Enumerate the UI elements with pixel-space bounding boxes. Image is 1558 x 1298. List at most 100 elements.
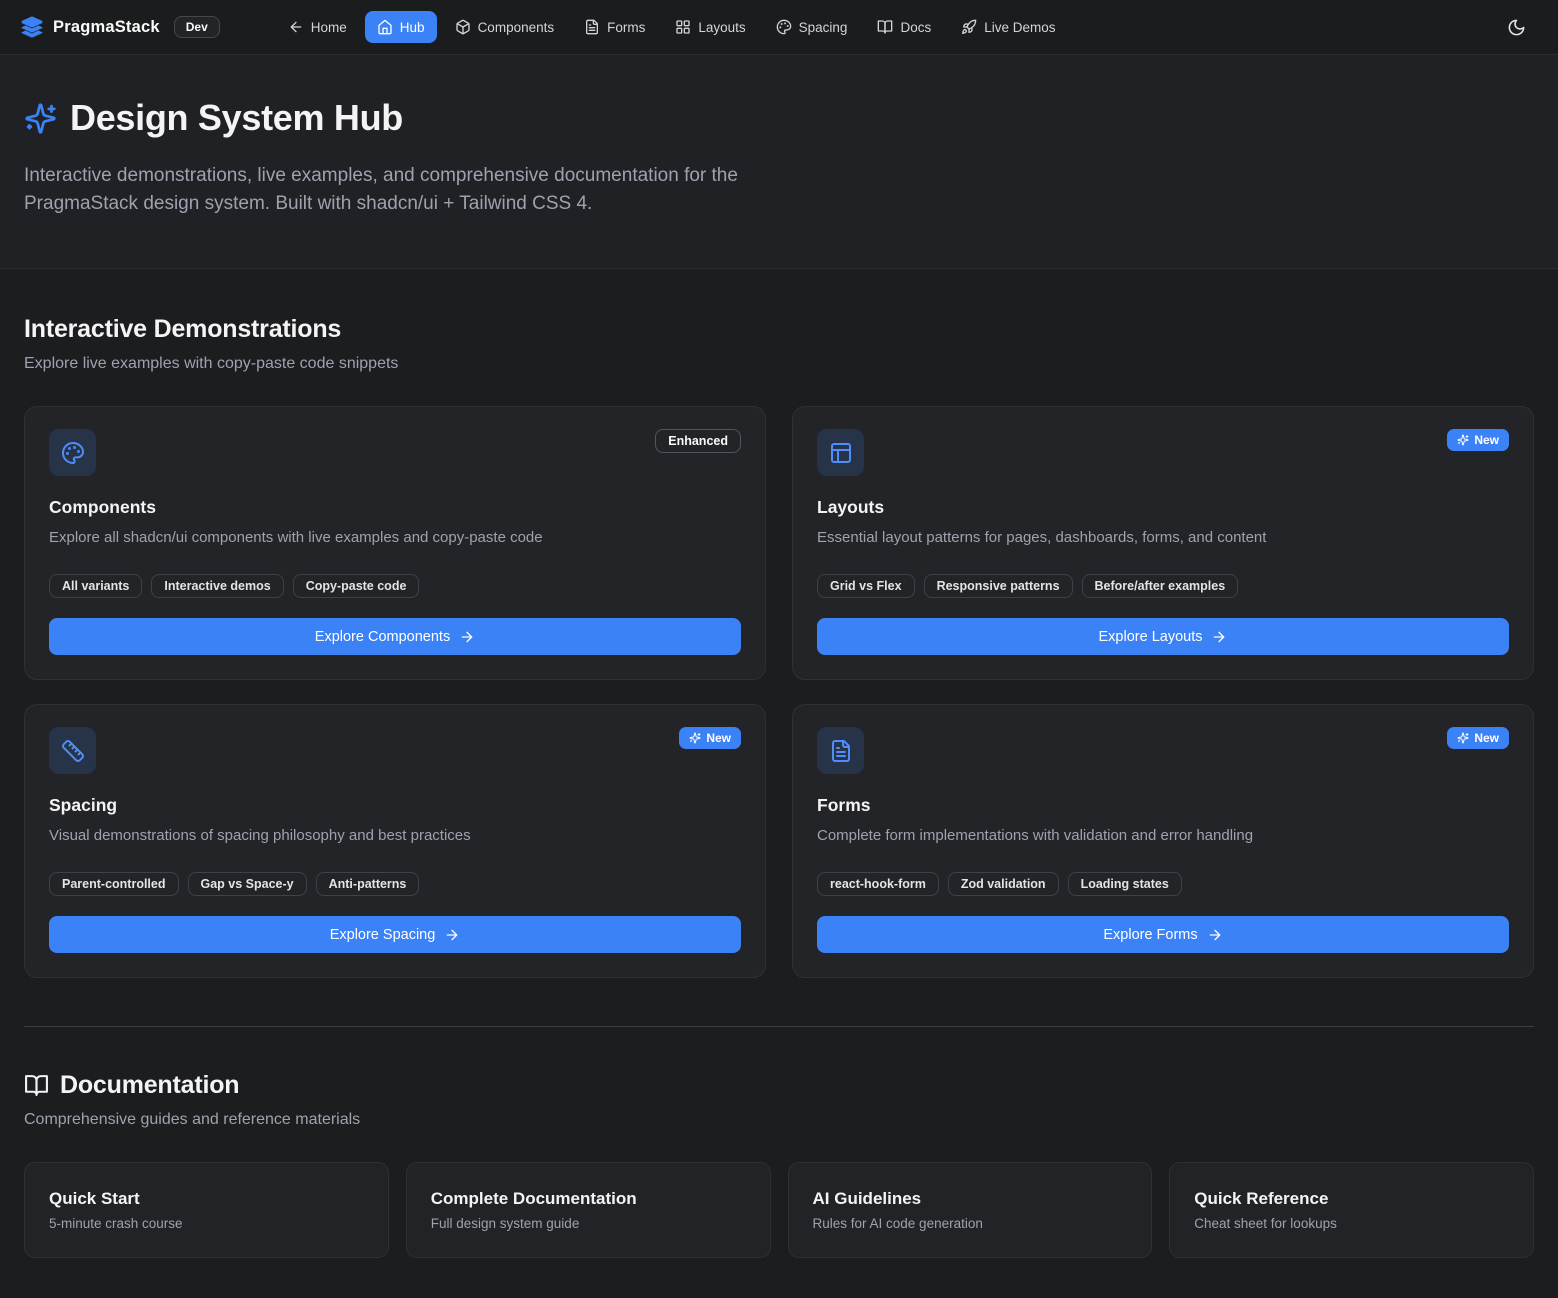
house-icon xyxy=(377,19,393,35)
card-title: Spacing xyxy=(49,795,741,816)
docs-heading: Documentation xyxy=(60,1071,239,1100)
book-open-icon xyxy=(24,1073,49,1098)
button-label: Explore Spacing xyxy=(330,927,436,943)
tag: Anti-patterns xyxy=(316,872,420,896)
badge-label: New xyxy=(1474,731,1499,745)
explore-components-button[interactable]: Explore Components xyxy=(49,618,741,655)
doc-card-ai-guidelines[interactable]: AI Guidelines Rules for AI code generati… xyxy=(788,1162,1153,1258)
nav-item-label: Hub xyxy=(400,20,425,35)
button-label: Explore Layouts xyxy=(1099,629,1203,645)
card-description: Explore all shadcn/ui components with li… xyxy=(49,527,741,548)
nav-item-forms[interactable]: Forms xyxy=(572,11,657,43)
layout-grid-icon xyxy=(675,19,691,35)
tag: Loading states xyxy=(1068,872,1182,896)
docs-section: Documentation Comprehensive guides and r… xyxy=(24,1071,1534,1278)
nav-items: Home Hub Components Forms Layouts Spacin… xyxy=(276,11,1068,43)
card-title: Forms xyxy=(817,795,1509,816)
nav-item-hub[interactable]: Hub xyxy=(365,11,437,43)
button-label: Explore Components xyxy=(315,629,450,645)
nav-item-label: Forms xyxy=(607,20,645,35)
badge-label: New xyxy=(706,731,731,745)
explore-forms-button[interactable]: Explore Forms xyxy=(817,916,1509,953)
doc-card-complete-documentation[interactable]: Complete Documentation Full design syste… xyxy=(406,1162,771,1258)
tag: Interactive demos xyxy=(151,574,283,598)
status-badge: New xyxy=(1447,727,1509,749)
arrow-right-icon xyxy=(1211,629,1227,645)
tag: Parent-controlled xyxy=(49,872,179,896)
tag: Grid vs Flex xyxy=(817,574,915,598)
nav-item-live-demos[interactable]: Live Demos xyxy=(949,11,1067,43)
sparkles-icon xyxy=(1457,434,1469,446)
tag-row: All variants Interactive demos Copy-past… xyxy=(49,574,741,598)
theme-toggle-button[interactable] xyxy=(1498,9,1534,45)
brand-name: PragmaStack xyxy=(53,18,160,37)
section-divider xyxy=(24,1026,1534,1027)
doc-card-title: Quick Reference xyxy=(1194,1189,1509,1209)
explore-spacing-button[interactable]: Explore Spacing xyxy=(49,916,741,953)
palette-icon xyxy=(776,19,792,35)
page-title: Design System Hub xyxy=(70,97,403,139)
doc-card-title: Complete Documentation xyxy=(431,1189,746,1209)
demo-card-components: Enhanced Components Explore all shadcn/u… xyxy=(24,406,766,680)
hero-section: Design System Hub Interactive demonstrat… xyxy=(0,55,1558,269)
forms-icon-box xyxy=(817,727,864,774)
nav-item-label: Layouts xyxy=(698,20,745,35)
doc-card-description: Cheat sheet for lookups xyxy=(1194,1216,1509,1231)
rocket-icon xyxy=(961,19,977,35)
demo-card-layouts: New Layouts Essential layout patterns fo… xyxy=(792,406,1534,680)
nav-item-components[interactable]: Components xyxy=(443,11,567,43)
tag-row: react-hook-form Zod validation Loading s… xyxy=(817,872,1509,896)
doc-card-description: Rules for AI code generation xyxy=(813,1216,1128,1231)
card-title: Layouts xyxy=(817,497,1509,518)
layers-icon xyxy=(20,15,44,39)
button-label: Explore Forms xyxy=(1103,927,1197,943)
arrow-right-icon xyxy=(459,629,475,645)
demo-card-forms: New Forms Complete form implementations … xyxy=(792,704,1534,978)
tag: Before/after examples xyxy=(1082,574,1239,598)
demos-section: Interactive Demonstrations Explore live … xyxy=(24,315,1534,978)
nav-item-layouts[interactable]: Layouts xyxy=(663,11,757,43)
badge-label: New xyxy=(1474,433,1499,447)
arrow-left-icon xyxy=(288,19,304,35)
sparkles-icon xyxy=(689,732,701,744)
status-badge: Enhanced xyxy=(655,429,741,453)
file-text-icon xyxy=(584,19,600,35)
moon-icon xyxy=(1507,18,1526,37)
doc-card-quick-reference[interactable]: Quick Reference Cheat sheet for lookups xyxy=(1169,1162,1534,1258)
arrow-right-icon xyxy=(1207,927,1223,943)
tag: Copy-paste code xyxy=(293,574,420,598)
ruler-icon xyxy=(61,739,85,763)
card-description: Essential layout patterns for pages, das… xyxy=(817,527,1509,548)
nav-item-spacing[interactable]: Spacing xyxy=(764,11,860,43)
explore-layouts-button[interactable]: Explore Layouts xyxy=(817,618,1509,655)
nav-item-label: Live Demos xyxy=(984,20,1055,35)
book-open-icon xyxy=(877,19,893,35)
docs-subheading: Comprehensive guides and reference mater… xyxy=(24,1111,1534,1129)
tag: All variants xyxy=(49,574,142,598)
navbar: PragmaStack Dev Home Hub Components Form… xyxy=(0,0,1558,55)
layouts-icon-box xyxy=(817,429,864,476)
doc-card-quick-start[interactable]: Quick Start 5-minute crash course xyxy=(24,1162,389,1258)
box-icon xyxy=(455,19,471,35)
demos-heading: Interactive Demonstrations xyxy=(24,315,341,344)
tag: react-hook-form xyxy=(817,872,939,896)
brand-logo[interactable]: PragmaStack xyxy=(20,15,160,39)
nav-item-label: Home xyxy=(311,20,347,35)
spacing-icon-box xyxy=(49,727,96,774)
components-icon-box xyxy=(49,429,96,476)
tag-row: Grid vs Flex Responsive patterns Before/… xyxy=(817,574,1509,598)
nav-item-label: Docs xyxy=(900,20,931,35)
doc-card-grid: Quick Start 5-minute crash course Comple… xyxy=(24,1162,1534,1278)
demo-card-spacing: New Spacing Visual demonstrations of spa… xyxy=(24,704,766,978)
nav-item-label: Components xyxy=(478,20,555,35)
nav-item-label: Spacing xyxy=(799,20,848,35)
demos-subheading: Explore live examples with copy-paste co… xyxy=(24,355,1534,373)
palette-icon xyxy=(61,441,85,465)
card-description: Visual demonstrations of spacing philoso… xyxy=(49,825,741,846)
nav-item-home[interactable]: Home xyxy=(276,11,359,43)
doc-card-description: Full design system guide xyxy=(431,1216,746,1231)
page-subtitle: Interactive demonstrations, live example… xyxy=(24,162,776,218)
tag: Gap vs Space-y xyxy=(188,872,307,896)
status-badge: New xyxy=(1447,429,1509,451)
nav-item-docs[interactable]: Docs xyxy=(865,11,943,43)
